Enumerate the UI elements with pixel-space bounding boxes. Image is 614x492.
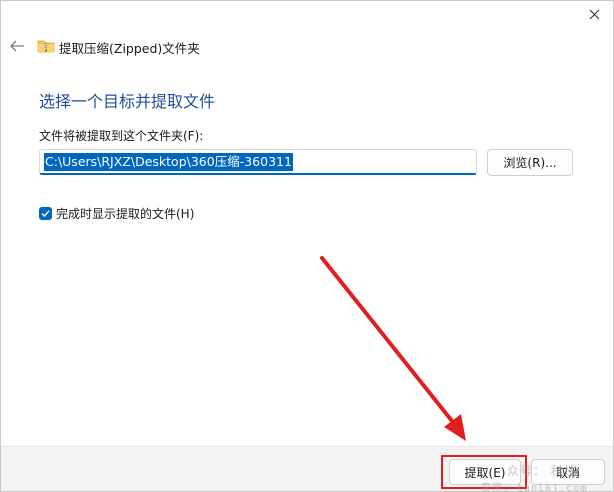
close-icon [589,9,599,19]
show-files-option[interactable]: 完成时显示提取的文件(H) [39,205,194,222]
cancel-button[interactable]: 取消 [531,459,605,485]
show-files-checkbox[interactable] [39,207,52,220]
check-icon [41,210,50,218]
window-title: 提取压缩(Zipped)文件夹 [59,41,200,56]
destination-path-value: C:\Users\RJXZ\Desktop\360压缩-360311 [44,152,293,171]
browse-button[interactable]: 浏览(R)... [487,149,573,176]
dialog-footer [1,446,613,491]
back-arrow-icon[interactable] [9,39,25,53]
page-heading: 选择一个目标并提取文件 [39,92,216,111]
close-button[interactable] [583,5,605,23]
extract-dialog: 提取压缩(Zipped)文件夹 选择一个目标并提取文件 文件将被提取到这个文件夹… [0,0,614,492]
destination-label: 文件将被提取到这个文件夹(F): [39,129,204,143]
zip-folder-icon [37,40,55,53]
show-files-label: 完成时显示提取的文件(H) [56,207,195,221]
destination-path-input[interactable]: C:\Users\RJXZ\Desktop\360压缩-360311 [39,149,477,175]
extract-button[interactable]: 提取(E) [449,459,521,485]
